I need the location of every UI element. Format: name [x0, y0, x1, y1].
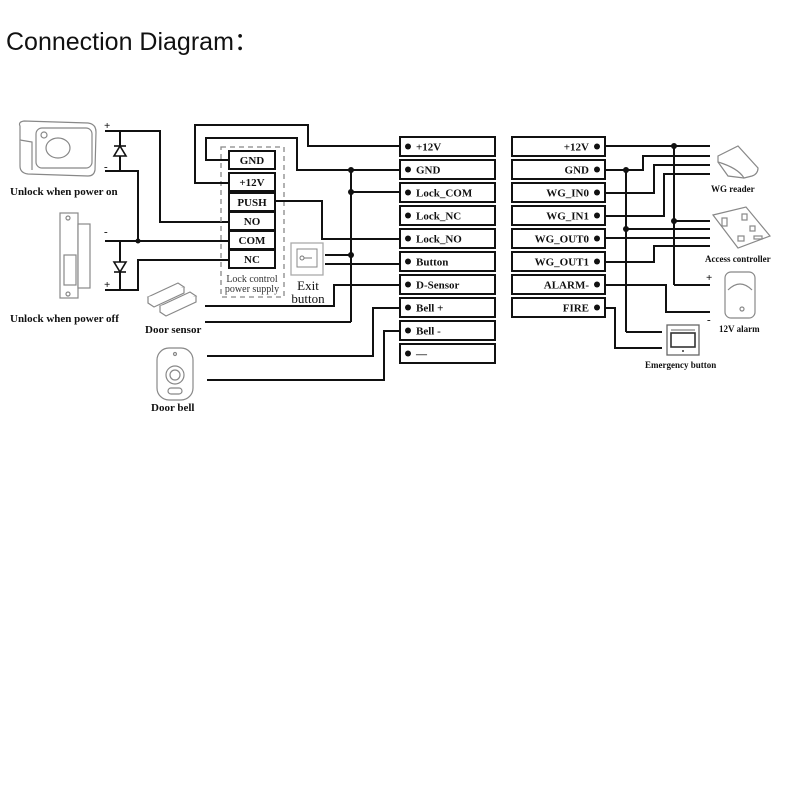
- ps-terminal-label: NC: [244, 254, 260, 266]
- ps-terminal-label: COM: [239, 235, 267, 247]
- ps-terminal-no: NO: [228, 211, 276, 231]
- access-controller-icon: [711, 206, 771, 249]
- ps-terminal-label: +12V: [239, 177, 264, 189]
- terminal-right-5: WG_OUT1: [511, 251, 606, 272]
- controller-left-terminals: +12V GND Lock_COM Lock_NC Lock_NO Button D-Sen…: [399, 136, 496, 364]
- terminal-label: GND: [565, 165, 590, 177]
- controller-right-terminals: +12V GND WG_IN0 WG_IN1 WG_OUT0 WG_OUT1 ALARM- F…: [511, 136, 606, 318]
- emergency-button-icon[interactable]: [666, 324, 700, 356]
- polarity-minus: -: [104, 226, 108, 238]
- lock-wiring: [105, 130, 229, 291]
- door-bell-icon: [156, 347, 194, 401]
- terminal-left-6: D-Sensor: [399, 274, 496, 295]
- terminal-right-3: WG_IN1: [511, 205, 606, 226]
- ps-terminal-12v: +12V: [228, 172, 276, 192]
- terminal-label: Lock_NO: [416, 234, 462, 246]
- terminal-left-7: Bell +: [399, 297, 496, 318]
- door-sensor-icon: [146, 282, 198, 317]
- terminal-label: D-Sensor: [416, 280, 460, 292]
- ps-terminal-nc: NC: [228, 249, 276, 269]
- emergency-button-label: Emergency button: [645, 360, 716, 370]
- exit-button-icon[interactable]: [290, 242, 324, 276]
- wg-reader-icon: [717, 145, 759, 179]
- terminal-label: Bell -: [416, 326, 441, 338]
- terminal-label: Button: [416, 257, 448, 269]
- terminal-label: WG_OUT0: [535, 234, 590, 246]
- terminal-label: WG_IN1: [546, 211, 589, 223]
- terminal-right-1: GND: [511, 159, 606, 180]
- ps-terminal-com: COM: [228, 230, 276, 250]
- exit-button-label-2: button: [291, 291, 325, 306]
- terminal-label: WG_IN0: [546, 188, 589, 200]
- terminal-label: Bell +: [416, 303, 443, 315]
- terminal-label: FIRE: [563, 303, 589, 315]
- ps-terminal-label: GND: [240, 155, 265, 167]
- alarm-plus: +: [706, 272, 712, 284]
- terminal-right-0: +12V: [511, 136, 606, 157]
- electric-lock-icon: [18, 120, 97, 177]
- ps-terminal-gnd: GND: [228, 150, 276, 170]
- alarm-siren-icon: [724, 271, 756, 319]
- terminal-left-3: Lock_NC: [399, 205, 496, 226]
- ps-caption-2: power supply: [225, 284, 279, 295]
- terminal-right-2: WG_IN0: [511, 182, 606, 203]
- terminal-right-6: ALARM-: [511, 274, 606, 295]
- terminal-left-4: Lock_NO: [399, 228, 496, 249]
- terminal-label: —: [415, 349, 428, 361]
- terminal-left-0: +12V: [399, 136, 496, 157]
- ps-terminal-label: NO: [244, 216, 261, 228]
- wg-reader-label: WG reader: [711, 184, 755, 194]
- terminal-left-2: Lock_COM: [399, 182, 496, 203]
- right-wiring: [605, 143, 710, 349]
- access-controller-label: Access controller: [705, 254, 771, 264]
- connection-diagram: Unlock when power on Unlock when power o…: [10, 120, 771, 414]
- lock-power-off-label: Unlock when power off: [10, 313, 119, 325]
- alarm-minus: -: [707, 314, 711, 326]
- terminal-label: WG_OUT1: [535, 257, 589, 269]
- alarm-label: 12V alarm: [719, 324, 760, 334]
- terminal-right-7: FIRE: [511, 297, 606, 318]
- terminal-label: ALARM-: [544, 280, 590, 292]
- terminal-label: +12V: [416, 142, 441, 154]
- terminal-label: GND: [416, 165, 441, 177]
- power-supply-terminals: GND +12V PUSH NO COM NC: [228, 150, 276, 269]
- lock-power-on-label: Unlock when power on: [10, 186, 118, 198]
- terminal-label: Lock_NC: [416, 211, 461, 223]
- electric-strike-icon: [59, 212, 91, 299]
- ps-terminal-push: PUSH: [228, 192, 276, 212]
- terminal-label: +12V: [564, 142, 589, 154]
- ps-terminal-label: PUSH: [237, 197, 267, 209]
- terminal-left-1: GND: [399, 159, 496, 180]
- terminal-left-5: Button: [399, 251, 496, 272]
- terminal-label: Lock_COM: [416, 188, 473, 200]
- terminal-right-4: WG_OUT0: [511, 228, 606, 249]
- terminal-left-8: Bell -: [399, 320, 496, 341]
- door-bell-label: Door bell: [151, 402, 195, 414]
- terminal-left-9: —: [399, 343, 496, 364]
- door-sensor-label: Door sensor: [145, 324, 201, 336]
